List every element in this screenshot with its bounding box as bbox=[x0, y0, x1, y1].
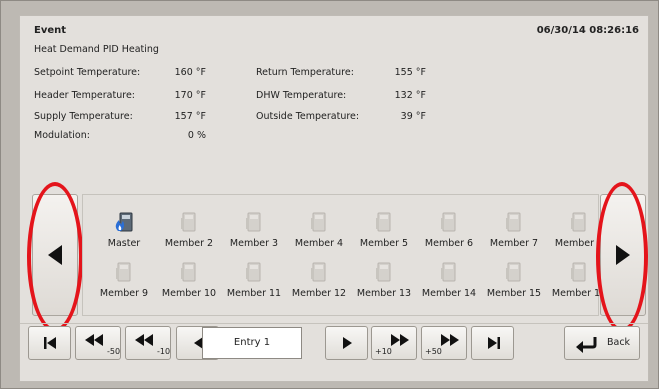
back-10-button[interactable]: -10 bbox=[125, 326, 171, 360]
boiler-icon bbox=[115, 212, 133, 232]
member-item[interactable]: Member 15 bbox=[482, 261, 546, 299]
last-entry-button[interactable] bbox=[471, 326, 514, 360]
dhw-label: DHW Temperature: bbox=[256, 90, 347, 101]
toolbar-divider bbox=[20, 323, 648, 324]
header-label: Header Temperature: bbox=[34, 90, 135, 101]
boiler-icon bbox=[441, 212, 456, 232]
event-subtitle: Heat Demand PID Heating bbox=[34, 44, 159, 55]
member-item[interactable]: Member 7 bbox=[482, 211, 546, 249]
event-datetime: 06/30/14 08:26:16 bbox=[536, 25, 639, 36]
outside-label: Outside Temperature: bbox=[256, 111, 360, 122]
member-label: Member 15 bbox=[486, 288, 542, 299]
boiler-icon bbox=[376, 262, 391, 282]
window: Event 06/30/14 08:26:16 Heat Demand PID … bbox=[0, 0, 659, 389]
fast-forward-icon bbox=[391, 334, 409, 346]
boiler-icon bbox=[311, 262, 326, 282]
member-item[interactable]: Member 13 bbox=[352, 261, 416, 299]
back-50-label: -50 bbox=[107, 347, 121, 356]
boiler-icon bbox=[571, 212, 586, 232]
dhw-value: 132 °F bbox=[394, 90, 426, 101]
member-label: Member 10 bbox=[161, 288, 217, 299]
member-label: Member 13 bbox=[356, 288, 412, 299]
boiler-icon bbox=[506, 212, 521, 232]
first-entry-button[interactable] bbox=[28, 326, 71, 360]
member-item[interactable]: Member 12 bbox=[287, 261, 351, 299]
member-label: Member 11 bbox=[226, 288, 282, 299]
member-label: Member 6 bbox=[424, 238, 474, 249]
member-item[interactable]: Member 14 bbox=[417, 261, 481, 299]
forward-50-label: +50 bbox=[425, 347, 442, 356]
boiler-icon bbox=[311, 212, 326, 232]
right-triangle-icon bbox=[343, 337, 352, 349]
highlight-oval-left bbox=[27, 182, 83, 332]
highlight-oval-right bbox=[596, 182, 648, 332]
back-10-label: -10 bbox=[157, 347, 171, 356]
member-label: Member 14 bbox=[421, 288, 477, 299]
member-item[interactable]: Member 10 bbox=[157, 261, 221, 299]
member-item[interactable]: Member 5 bbox=[352, 211, 416, 249]
member-label: Member 12 bbox=[291, 288, 347, 299]
skip-end-icon bbox=[488, 337, 500, 349]
member-item[interactable]: Member 2 bbox=[157, 211, 221, 249]
member-label: Member 4 bbox=[294, 238, 344, 249]
supply-label: Supply Temperature: bbox=[34, 111, 133, 122]
member-item[interactable]: Member 3 bbox=[222, 211, 286, 249]
boiler-icon bbox=[506, 262, 521, 282]
boiler-icon bbox=[246, 262, 261, 282]
entry-field[interactable]: Entry 1 bbox=[202, 327, 302, 359]
boiler-icon bbox=[246, 212, 261, 232]
setpoint-value: 160 °F bbox=[174, 67, 206, 78]
member-label: Member 9 bbox=[99, 288, 149, 299]
outside-value: 39 °F bbox=[400, 111, 426, 122]
boiler-icon bbox=[181, 262, 196, 282]
boiler-icon bbox=[116, 262, 131, 282]
modulation-value: 0 % bbox=[187, 130, 206, 141]
return-value: 155 °F bbox=[394, 67, 426, 78]
next-entry-button[interactable] bbox=[325, 326, 368, 360]
member-label: Member 3 bbox=[229, 238, 279, 249]
boiler-icon bbox=[571, 262, 586, 282]
supply-value: 157 °F bbox=[174, 111, 206, 122]
event-title: Event bbox=[34, 25, 67, 36]
member-label: Member 2 bbox=[164, 238, 214, 249]
return-label: Return Temperature: bbox=[256, 67, 354, 78]
member-item[interactable]: Member 9 bbox=[92, 261, 156, 299]
back-label: Back bbox=[607, 337, 631, 348]
back-50-button[interactable]: -50 bbox=[75, 326, 121, 360]
setpoint-label: Setpoint Temperature: bbox=[34, 67, 141, 78]
forward-50-button[interactable]: +50 bbox=[421, 326, 467, 360]
member-label: Member 5 bbox=[359, 238, 409, 249]
header-value: 170 °F bbox=[174, 90, 206, 101]
modulation-label: Modulation: bbox=[34, 130, 90, 141]
boiler-icon bbox=[376, 212, 391, 232]
member-item[interactable]: Member 4 bbox=[287, 211, 351, 249]
members-grid: Master Member 2 Member 3 Member 4 Member 5 Me… bbox=[82, 194, 606, 316]
boiler-icon bbox=[441, 262, 456, 282]
forward-10-button[interactable]: +10 bbox=[371, 326, 417, 360]
rewind-icon bbox=[85, 334, 103, 346]
member-item[interactable]: Member 6 bbox=[417, 211, 481, 249]
member-label: Master bbox=[107, 238, 141, 249]
rewind-icon bbox=[135, 334, 153, 346]
return-arrow-icon bbox=[576, 337, 597, 353]
back-button[interactable]: Back bbox=[564, 326, 640, 360]
forward-10-label: +10 bbox=[375, 347, 392, 356]
skip-start-icon bbox=[44, 337, 56, 349]
boiler-icon bbox=[181, 212, 196, 232]
member-item[interactable]: Master bbox=[92, 211, 156, 249]
fast-forward-icon bbox=[441, 334, 459, 346]
member-item[interactable]: Member 11 bbox=[222, 261, 286, 299]
member-label: Member 7 bbox=[489, 238, 539, 249]
